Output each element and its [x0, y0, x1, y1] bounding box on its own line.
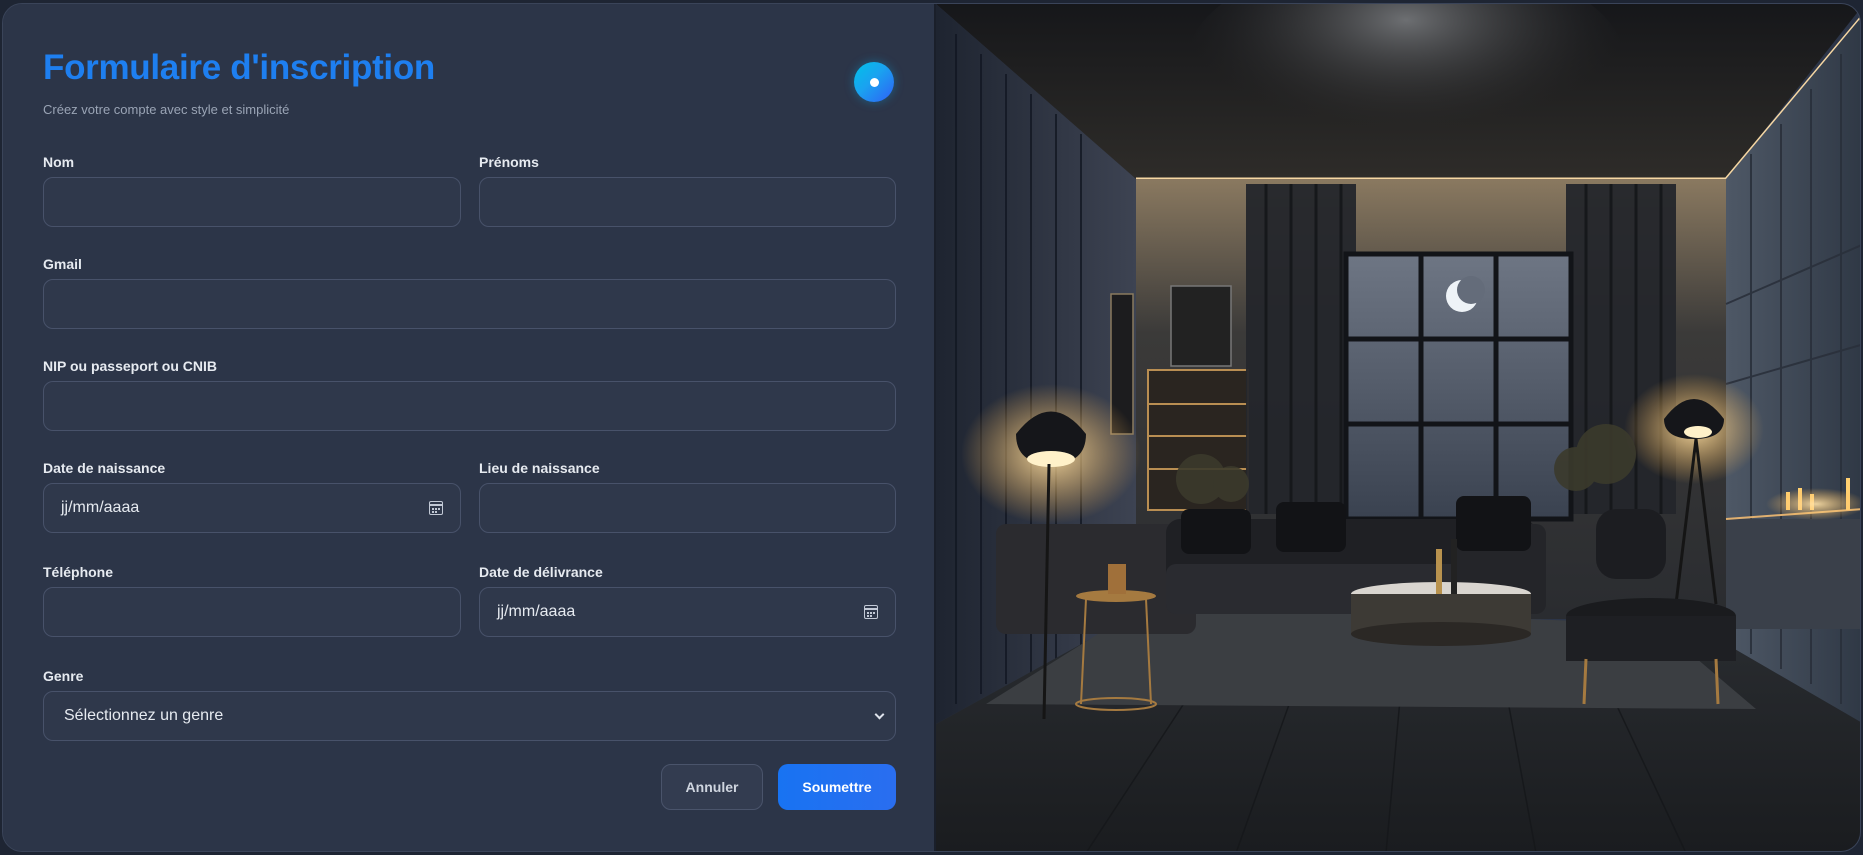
date-naissance-label: Date de naissance — [43, 460, 166, 476]
prenoms-label: Prénoms — [479, 154, 539, 170]
date-delivrance-input[interactable]: jj/mm/aaaa — [479, 587, 896, 637]
nip-input[interactable] — [43, 381, 896, 431]
gmail-label: Gmail — [43, 256, 82, 272]
genre-label: Genre — [43, 668, 84, 684]
gmail-input[interactable] — [43, 279, 896, 329]
date-naissance-placeholder: jj/mm/aaaa — [61, 499, 140, 516]
calendar-icon[interactable] — [864, 605, 878, 619]
genre-select[interactable]: Sélectionnez un genre — [43, 691, 896, 741]
lieu-naissance-label: Lieu de naissance — [479, 460, 600, 476]
registration-card: Formulaire d'inscription Créez votre com… — [2, 3, 1861, 852]
telephone-input[interactable] — [43, 587, 461, 637]
page-subtitle: Créez votre compte avec style et simplic… — [43, 102, 290, 117]
toggle-icon — [870, 78, 879, 87]
submit-button[interactable]: Soumettre — [778, 764, 896, 810]
lieu-naissance-input[interactable] — [479, 483, 896, 533]
page-title: Formulaire d'inscription — [43, 48, 436, 87]
nip-label: NIP ou passeport ou CNIB — [43, 358, 217, 374]
prenoms-input[interactable] — [479, 177, 896, 227]
living-room-illustration — [936, 4, 1860, 851]
chevron-down-icon — [874, 709, 885, 719]
nom-label: Nom — [43, 154, 75, 170]
calendar-icon[interactable] — [429, 501, 443, 515]
form-panel: Formulaire d'inscription Créez votre com… — [3, 4, 934, 851]
theme-toggle-button[interactable] — [854, 62, 894, 102]
date-delivrance-label: Date de délivrance — [479, 564, 603, 580]
nom-input[interactable] — [43, 177, 461, 227]
genre-selected-value: Sélectionnez un genre — [64, 707, 224, 724]
cancel-button[interactable]: Annuler — [661, 764, 763, 810]
date-delivrance-placeholder: jj/mm/aaaa — [497, 603, 576, 620]
interior-photo — [934, 4, 1860, 851]
date-naissance-input[interactable]: jj/mm/aaaa — [43, 483, 461, 533]
telephone-label: Téléphone — [43, 564, 114, 580]
